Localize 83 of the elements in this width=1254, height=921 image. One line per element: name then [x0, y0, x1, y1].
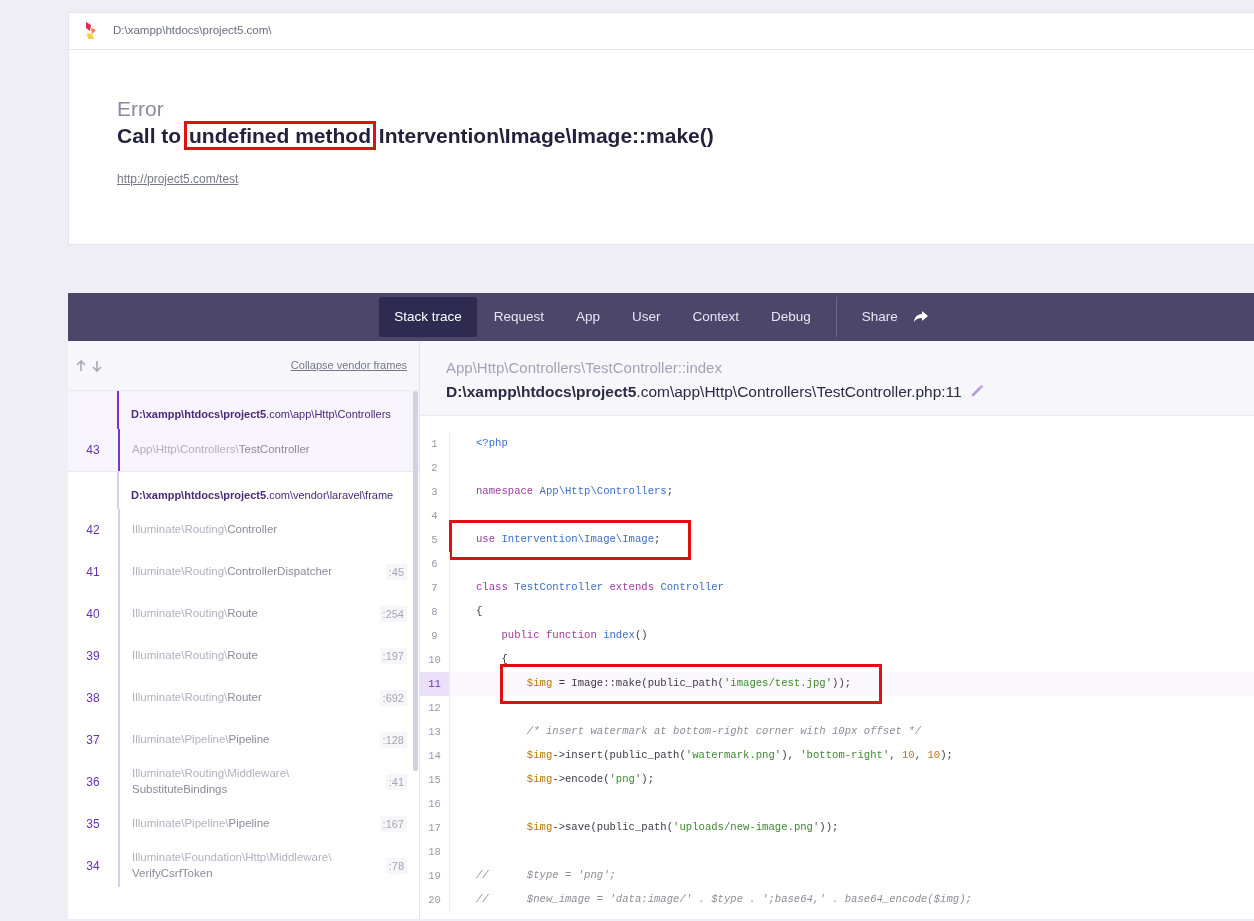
- line-number: 18: [420, 839, 450, 864]
- frame-line-number: :41: [385, 773, 407, 791]
- frame-line-number: :167: [379, 815, 407, 833]
- code-line: {: [501, 652, 508, 665]
- frame-class: Illuminate\Routing\Controller: [132, 522, 279, 538]
- line-number: 16: [420, 791, 450, 816]
- code-line: public function index(): [501, 628, 648, 641]
- tab[interactable]: User: [617, 297, 676, 337]
- code-line: {: [476, 604, 483, 617]
- frame-line-number: :78: [385, 857, 407, 875]
- frame-class: Illuminate\Routing\ControllerDispatcher: [132, 564, 334, 580]
- tab[interactable]: Request: [478, 297, 559, 337]
- code-line: class TestController extends Controller: [476, 580, 724, 593]
- line-number: 12: [420, 695, 450, 720]
- frame-class: Illuminate\Pipeline\Pipeline: [132, 732, 271, 748]
- code-line: $img = Image::make(public_path('images/test.jpg'));: [502, 666, 880, 701]
- error-message: Call to undefined method Intervention\Image\Image::make(): [117, 123, 1254, 149]
- collapse-vendor-frames-link[interactable]: Collapse vendor frames: [290, 357, 407, 374]
- line-number: 11: [420, 671, 450, 696]
- code-line: $img->save(public_path('uploads/new-image.png'));: [526, 820, 839, 833]
- code-line: $img->encode('png');: [526, 772, 655, 785]
- frame-number: 36: [85, 774, 101, 791]
- frame-class: Illuminate\Routing\Route: [132, 606, 259, 622]
- line-number: 2: [420, 455, 450, 480]
- frame-number: 35: [85, 816, 101, 833]
- frame-class: Illuminate\Foundation\Http\Middleware\ VerifyCsrfToken: [132, 850, 333, 881]
- frame-class: Illuminate\Pipeline\Pipeline: [132, 816, 271, 832]
- frame-line-number: :692: [379, 689, 407, 707]
- line-number: 5: [420, 527, 450, 552]
- share-arrow-icon: [913, 311, 928, 323]
- line-number: 7: [420, 575, 450, 600]
- line-number: 17: [420, 815, 450, 840]
- file-group-path: D:\xampp\htdocs\project5.com\vendor\laravel\frame: [117, 471, 394, 509]
- line-number: 13: [420, 719, 450, 744]
- frame-line-number: :254: [379, 605, 407, 623]
- tab[interactable]: Stack trace: [379, 297, 477, 337]
- line-number: 1: [420, 431, 450, 456]
- project-path: D:\xampp\htdocs\project5.com\: [113, 23, 272, 39]
- line-number: 8: [420, 599, 450, 624]
- frame-file-path: D:\xampp\htdocs\project5.com\app\Http\Controllers\TestController.php:11: [446, 381, 962, 402]
- frame-line-number: :197: [379, 647, 407, 665]
- line-number: 14: [420, 743, 450, 768]
- line-number: 15: [420, 767, 450, 792]
- line-number: 6: [420, 551, 450, 576]
- code-line: $img->insert(public_path('watermark.png'), 'bottom-right', 10, 10);: [526, 748, 953, 761]
- frame-class: App\Http\Controllers\TestController: [132, 441, 311, 457]
- code-line: namespace App\Http\Controllers;: [476, 484, 674, 497]
- tab[interactable]: App: [560, 297, 615, 337]
- code-line: // $new_image = 'data:image/' . $type . ';base64,' . base64_encode($img);: [476, 892, 972, 905]
- line-number: 9: [420, 623, 450, 648]
- line-number: 10: [420, 647, 450, 672]
- pencil-icon[interactable]: [969, 384, 984, 399]
- share-button[interactable]: Share: [846, 297, 943, 337]
- stack-frame[interactable]: 35 Illuminate\Pipeline\Pipeline :167: [68, 803, 419, 845]
- frame-number: 38: [85, 690, 101, 707]
- code-line: <?php: [476, 436, 508, 449]
- tab[interactable]: Debug: [756, 297, 826, 337]
- frame-number: 41: [85, 564, 101, 581]
- frame-number: 39: [85, 648, 101, 665]
- frame-class: Illuminate\Routing\Router: [132, 690, 263, 706]
- sort-arrows-icon[interactable]: [76, 359, 102, 372]
- frame-line-number: :128: [379, 731, 407, 749]
- scrollbar[interactable]: [413, 391, 418, 771]
- tab[interactable]: Context: [677, 297, 755, 337]
- line-number: 3: [420, 479, 450, 504]
- request-url-link[interactable]: http://project5.com/test: [117, 172, 239, 187]
- line-number: 4: [420, 503, 450, 528]
- line-number: 19: [420, 863, 450, 888]
- error-type: Error: [117, 96, 165, 122]
- code-line: // $type = 'png';: [476, 868, 616, 881]
- frame-class: Illuminate\Routing\Middleware\ SubstituteBindings: [132, 766, 291, 797]
- line-number: 20: [420, 887, 450, 912]
- frame-number: 37: [85, 732, 101, 749]
- frame-number: 43: [85, 441, 101, 459]
- frame-method: App\Http\Controllers\TestController::index: [446, 358, 723, 378]
- frame-number: 42: [85, 522, 101, 539]
- code-line: /* insert watermark at bottom-right corner with 10px offset */: [526, 724, 921, 737]
- frame-line-number: :45: [385, 563, 407, 581]
- frame-class: Illuminate\Routing\Route: [132, 648, 259, 664]
- logo-icon: [85, 22, 97, 40]
- frame-number: 40: [85, 606, 101, 623]
- frame-number: 34: [85, 858, 101, 875]
- code-line: use Intervention\Image\Image;: [452, 522, 689, 557]
